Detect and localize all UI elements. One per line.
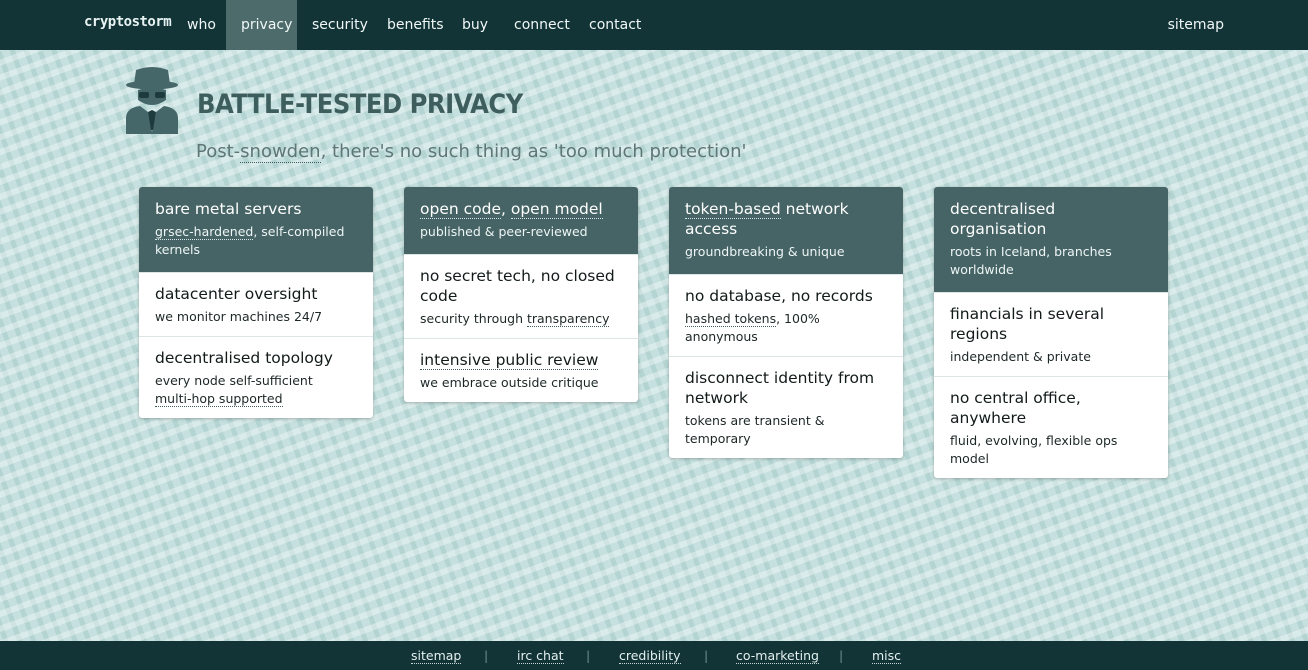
card-header-title: bare metal servers: [155, 200, 302, 218]
footer-link-sitemap[interactable]: sitemap: [411, 641, 462, 670]
card-row-title: no central office, anywhere: [950, 389, 1081, 427]
subtitle-snowden-link[interactable]: snowden: [240, 141, 321, 163]
card-row-subtitle: fluid, evolving, flexible ops model: [950, 433, 1118, 466]
nav-item-connect[interactable]: connect: [499, 0, 585, 50]
footer-separator: |: [484, 648, 489, 663]
card-row-subtitle: tokens are transient & temporary: [685, 413, 825, 446]
grsec-link[interactable]: grsec-hardened: [155, 224, 254, 240]
footer: sitemap | irc chat | credibility | co-ma…: [0, 641, 1308, 670]
card-row: datacenter oversight we monitor machines…: [139, 272, 373, 336]
nav-sitemap-link[interactable]: sitemap: [1168, 0, 1224, 50]
card-header-title: decentralised organisation: [950, 200, 1056, 238]
footer-link-misc[interactable]: misc: [872, 641, 902, 670]
page-title: Battle-Tested Privacy: [197, 89, 523, 120]
card-row-subtitle-2: multi-hop supported: [155, 390, 357, 408]
card-row: financials in several regions independen…: [934, 292, 1168, 376]
card-row-subtitle: hashed tokens, 100% anonymous: [685, 310, 887, 346]
card-row: no central office, anywhere fluid, evolv…: [934, 376, 1168, 478]
nav-item-benefits[interactable]: benefits: [372, 0, 459, 50]
card-decentralised-org: decentralised organisation roots in Icel…: [934, 187, 1168, 478]
site-logo[interactable]: cryptostorm: [84, 14, 172, 30]
card-bare-metal: bare metal servers grsec-hardened, self-…: [139, 187, 373, 418]
card-row-title: datacenter oversight: [155, 285, 318, 303]
card-row-title: decentralised topology: [155, 349, 333, 367]
footer-link-irc-chat[interactable]: irc chat: [517, 641, 564, 670]
card-row: no database, no records hashed tokens, 1…: [669, 274, 903, 356]
footer-separator: |: [586, 648, 591, 663]
spy-icon: [126, 67, 178, 134]
card-header-subtitle: published & peer-reviewed: [420, 224, 588, 239]
open-model-link[interactable]: open model: [510, 200, 603, 219]
card-row: no secret tech, no closed code security …: [404, 254, 638, 338]
card-header: open code, open model published & peer-r…: [404, 187, 638, 254]
card-row-subtitle: we embrace outside critique: [420, 375, 599, 390]
page-subtitle: Post-snowden, there's no such thing as '…: [196, 141, 747, 163]
card-row-title: no secret tech, no closed code: [420, 267, 615, 305]
footer-link-co-marketing[interactable]: co-marketing: [736, 641, 819, 670]
card-row: decentralised topology every node self-s…: [139, 336, 373, 418]
card-header-subtitle: roots in Iceland, branches worldwide: [950, 244, 1112, 277]
token-based-link[interactable]: token-based: [685, 200, 781, 219]
card-row-subtitle: we monitor machines 24/7: [155, 309, 323, 324]
card-header-subtitle: groundbreaking & unique: [685, 244, 845, 259]
card-header-title: open code, open model: [420, 199, 622, 219]
public-review-link[interactable]: intensive public review: [420, 351, 599, 370]
multihop-link[interactable]: multi-hop supported: [155, 391, 283, 407]
card-row: disconnect identity from network tokens …: [669, 356, 903, 458]
footer-link-label: misc: [872, 648, 902, 664]
card-header: decentralised organisation roots in Icel…: [934, 187, 1168, 292]
footer-link-label: credibility: [619, 648, 681, 664]
nav-item-who[interactable]: who: [172, 0, 231, 50]
footer-link-label: sitemap: [411, 648, 462, 664]
footer-separator: |: [704, 648, 709, 663]
card-header-subtitle: grsec-hardened, self-compiled kernels: [155, 223, 357, 259]
hashed-tokens-link[interactable]: hashed tokens: [685, 311, 777, 327]
card-row-title: financials in several regions: [950, 305, 1105, 343]
nav-item-buy[interactable]: buy: [447, 0, 503, 50]
card-row-subtitle-pre: security through: [420, 311, 527, 326]
card-open-code: open code, open model published & peer-r…: [404, 187, 638, 402]
title-separator: ,: [501, 200, 511, 218]
card-row-subtitle: every node self-sufficient: [155, 373, 313, 388]
footer-link-label: co-marketing: [736, 648, 819, 664]
card-row-title: intensive public review: [420, 350, 622, 370]
card-row-subtitle: security through transparency: [420, 310, 622, 328]
top-navigation: cryptostorm who privacy security benefit…: [0, 0, 1308, 50]
footer-separator: |: [839, 648, 844, 663]
card-header: bare metal servers grsec-hardened, self-…: [139, 187, 373, 272]
subtitle-text-pre: Post-: [196, 141, 241, 162]
card-row-title: disconnect identity from network: [685, 369, 875, 407]
nav-item-contact[interactable]: contact: [574, 0, 656, 50]
nav-item-privacy[interactable]: privacy: [226, 0, 297, 50]
footer-link-credibility[interactable]: credibility: [619, 641, 681, 670]
open-code-link[interactable]: open code: [420, 200, 501, 219]
card-header: token-based network access groundbreakin…: [669, 187, 903, 274]
subtitle-text-post: , there's no such thing as 'too much pro…: [320, 141, 747, 162]
transparency-link[interactable]: transparency: [526, 311, 610, 327]
card-row-subtitle: independent & private: [950, 349, 1091, 364]
card-header-title: token-based network access: [685, 199, 887, 239]
footer-link-label: irc chat: [517, 648, 564, 664]
card-row-title: no database, no records: [685, 287, 873, 305]
nav-item-security[interactable]: security: [297, 0, 383, 50]
card-row: intensive public review we embrace outsi…: [404, 338, 638, 402]
card-token-access: token-based network access groundbreakin…: [669, 187, 903, 458]
